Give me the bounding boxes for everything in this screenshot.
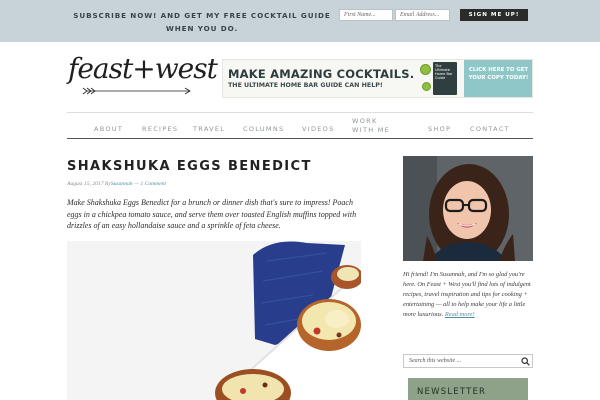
author-portrait: [403, 156, 533, 261]
nav-item-columns[interactable]: COLUMNS: [243, 125, 284, 133]
banner-title: MAKE AMAZING COCKTAILS.: [228, 67, 415, 81]
nav-item-work-with-me[interactable]: WORK WITH ME: [352, 117, 402, 135]
eggs-benedict-photo: [67, 241, 361, 400]
banner-cta[interactable]: CLICK HERE TO GET YOUR COPY TODAY!: [464, 60, 532, 97]
guide-book-label: The Ultimate Home Bar Guide: [435, 64, 453, 80]
post-meta: August 15, 2017 BySusannah — 1 Comment: [67, 181, 166, 187]
banner-subtitle: THE ULTIMATE HOME BAR GUIDE CAN HELP!: [228, 82, 383, 89]
email-field[interactable]: Email Address...: [395, 9, 450, 21]
post-excerpt: Make Shakshuka Eggs Benedict for a brunc…: [67, 198, 357, 231]
lime-icon: [420, 64, 431, 75]
nav-item-shop[interactable]: SHOP: [428, 125, 451, 133]
first-name-field[interactable]: First Name...: [339, 9, 393, 21]
author-bio: Hi friend! I'm Susannah, and I'm so glad…: [403, 270, 535, 320]
read-more-link[interactable]: Read more!: [445, 311, 475, 318]
search-input[interactable]: Search this website ...: [403, 354, 533, 368]
newsletter-widget: NEWSLETTER: [408, 378, 528, 400]
newsletter-heading: NEWSLETTER: [417, 387, 487, 397]
nav-item-travel[interactable]: TRAVEL: [193, 125, 225, 133]
author-photo: [403, 156, 533, 261]
lime-icon: [422, 82, 431, 91]
main-nav: ABOUT RECIPES TRAVEL COLUMNS VIDEOS WORK…: [67, 112, 533, 139]
logo-wordmark: feast+west: [68, 52, 218, 85]
subscribe-bar: SUBSCRIBE NOW! AND GET MY FREE COCKTAIL …: [0, 0, 600, 42]
post-date: August 15, 2017: [67, 181, 104, 187]
sign-up-button[interactable]: SIGN ME UP!: [460, 9, 528, 21]
site-logo[interactable]: feast+west: [68, 52, 218, 100]
nav-item-videos[interactable]: VIDEOS: [302, 125, 335, 133]
nav-item-contact[interactable]: CONTACT: [470, 125, 510, 133]
subscribe-message: SUBSCRIBE NOW! AND GET MY FREE COCKTAIL …: [73, 11, 331, 33]
nav-item-recipes[interactable]: RECIPES: [142, 125, 178, 133]
arrow-icon: [82, 87, 191, 95]
post-featured-image[interactable]: [67, 241, 361, 400]
nav-item-about[interactable]: ABOUT: [94, 125, 123, 133]
meta-separator: —: [134, 181, 139, 187]
post-author-link[interactable]: Susannah: [111, 181, 133, 187]
cocktail-guide-banner[interactable]: MAKE AMAZING COCKTAILS. THE ULTIMATE HOM…: [222, 59, 533, 98]
post-comments-link[interactable]: 1 Comment: [140, 181, 166, 187]
search-icon[interactable]: [521, 357, 530, 366]
post-title[interactable]: SHAKSHUKA EGGS BENEDICT: [67, 159, 312, 174]
search-placeholder: Search this website ...: [409, 358, 462, 364]
